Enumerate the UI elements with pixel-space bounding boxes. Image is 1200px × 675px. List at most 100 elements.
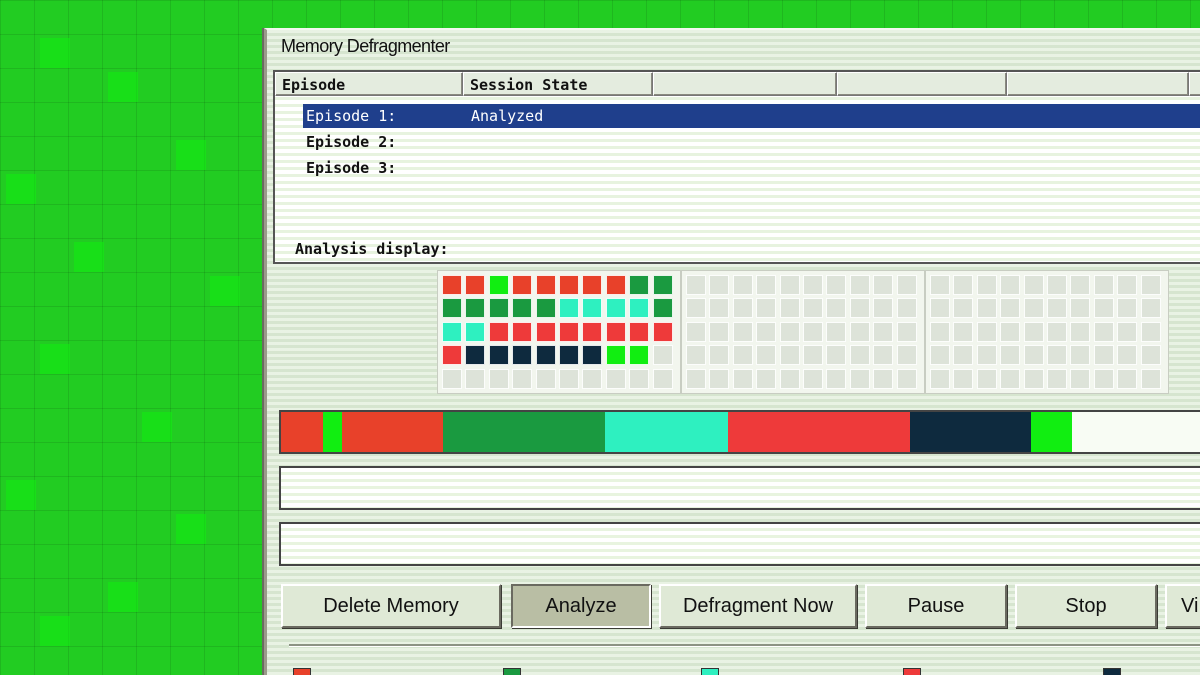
memory-block-cell bbox=[559, 321, 579, 342]
memory-block-cell bbox=[1117, 298, 1138, 319]
memory-block-cell bbox=[1023, 368, 1044, 389]
memory-block-cell bbox=[488, 275, 509, 295]
memory-block-cell bbox=[930, 368, 950, 389]
memory-block-cell bbox=[1000, 321, 1021, 342]
column-header-3[interactable] bbox=[653, 72, 837, 96]
list-item-episode-3[interactable]: Episode 3: bbox=[303, 156, 1200, 180]
summary-bar-segment bbox=[910, 412, 1032, 452]
column-header-session-state[interactable]: Session State bbox=[463, 72, 653, 96]
memory-block-cell bbox=[1140, 275, 1161, 295]
memory-block-cell bbox=[652, 368, 673, 389]
memory-block-cell bbox=[535, 275, 556, 295]
episode-list[interactable]: Episode Session State Episode 1: Analyze… bbox=[273, 70, 1200, 264]
memory-block-cell bbox=[1093, 368, 1114, 389]
memory-block-cell bbox=[732, 368, 753, 389]
memory-block-cell bbox=[1140, 298, 1161, 319]
memory-block-cell bbox=[756, 298, 777, 319]
fragmentation-summary-bar bbox=[279, 410, 1200, 454]
column-header-episode[interactable]: Episode bbox=[275, 72, 463, 96]
memory-block-cell bbox=[582, 275, 603, 295]
memory-block-cell bbox=[512, 321, 533, 342]
legend-swatch bbox=[503, 668, 521, 675]
memory-block-cell bbox=[512, 298, 533, 319]
memory-block-cell bbox=[779, 321, 800, 342]
column-header-5[interactable] bbox=[1007, 72, 1189, 96]
memory-block-cell bbox=[605, 345, 626, 366]
memory-block-cell bbox=[629, 298, 650, 319]
memory-block-cell bbox=[512, 368, 533, 389]
memory-block-cell bbox=[1047, 321, 1067, 342]
memory-block-cell bbox=[465, 275, 486, 295]
summary-bar-segment bbox=[604, 412, 728, 452]
memory-block-cell bbox=[896, 368, 917, 389]
memory-block-cell bbox=[686, 368, 706, 389]
memory-block-cell bbox=[976, 368, 997, 389]
memory-block-cell bbox=[732, 275, 753, 295]
memory-block-cell bbox=[465, 368, 486, 389]
memory-block-cell bbox=[559, 275, 579, 295]
memory-block-cell bbox=[1070, 298, 1091, 319]
memory-block-cell bbox=[1070, 275, 1091, 295]
memory-block-cell bbox=[1117, 368, 1138, 389]
memory-block-cell bbox=[1000, 368, 1021, 389]
memory-block-cell bbox=[559, 368, 579, 389]
memory-block-cell bbox=[465, 321, 486, 342]
pause-button[interactable]: Pause bbox=[865, 584, 1007, 628]
memory-block-cell bbox=[686, 275, 706, 295]
memory-block-cell bbox=[442, 298, 462, 319]
memory-block-cell bbox=[535, 298, 556, 319]
column-header-4[interactable] bbox=[837, 72, 1007, 96]
memory-block-cell bbox=[559, 298, 579, 319]
memory-block-cell bbox=[849, 275, 870, 295]
memory-block-cell bbox=[1047, 275, 1067, 295]
memory-block-cell bbox=[605, 275, 626, 295]
list-item-episode-1[interactable]: Episode 1: Analyzed bbox=[303, 104, 1200, 128]
memory-block-cell bbox=[732, 298, 753, 319]
memory-block-cell bbox=[1093, 298, 1114, 319]
memory-block-cell bbox=[803, 345, 823, 366]
summary-bar-segment bbox=[442, 412, 605, 452]
memory-block-cell bbox=[873, 345, 894, 366]
memory-block-cell bbox=[1117, 345, 1138, 366]
defragmenter-window: Memory Defragmenter Episode Session Stat… bbox=[264, 28, 1200, 675]
memory-block-cell bbox=[442, 275, 462, 295]
memory-block-cell bbox=[1140, 368, 1161, 389]
memory-block-cell bbox=[1070, 345, 1091, 366]
status-display-box bbox=[279, 522, 1200, 566]
memory-block-cell bbox=[953, 321, 974, 342]
memory-block-cell bbox=[849, 298, 870, 319]
memory-block-cell bbox=[873, 298, 894, 319]
memory-block-cell bbox=[1140, 345, 1161, 366]
analysis-grid-panel-1 bbox=[437, 270, 681, 394]
memory-block-cell bbox=[976, 321, 997, 342]
memory-block-cell bbox=[442, 321, 462, 342]
legend-swatch bbox=[701, 668, 719, 675]
summary-bar-segment bbox=[281, 412, 323, 452]
memory-block-cell bbox=[896, 321, 917, 342]
legend-swatch bbox=[903, 668, 921, 675]
list-item-episode-2[interactable]: Episode 2: bbox=[303, 130, 1200, 154]
memory-block-cell bbox=[779, 345, 800, 366]
delete-memory-button[interactable]: Delete Memory bbox=[281, 584, 501, 628]
memory-block-cell bbox=[488, 298, 509, 319]
memory-block-cell bbox=[582, 298, 603, 319]
memory-block-cell bbox=[930, 321, 950, 342]
memory-block-cell bbox=[1000, 275, 1021, 295]
defragment-now-button[interactable]: Defragment Now bbox=[659, 584, 857, 628]
stop-button[interactable]: Stop bbox=[1015, 584, 1157, 628]
column-header-6[interactable] bbox=[1189, 72, 1200, 96]
memory-block-cell bbox=[1047, 368, 1067, 389]
memory-block-cell bbox=[488, 321, 509, 342]
analyze-button[interactable]: Analyze bbox=[511, 584, 651, 628]
memory-block-cell bbox=[1000, 345, 1021, 366]
memory-block-cell bbox=[686, 321, 706, 342]
summary-bar-segment bbox=[322, 412, 343, 452]
memory-block-cell bbox=[582, 345, 603, 366]
window-title: Memory Defragmenter bbox=[281, 36, 450, 56]
view-button[interactable]: Vi bbox=[1165, 584, 1200, 628]
memory-block-cell bbox=[1047, 345, 1067, 366]
progress-display-box bbox=[279, 466, 1200, 510]
memory-block-cell bbox=[605, 298, 626, 319]
memory-block-cell bbox=[686, 345, 706, 366]
memory-block-cell bbox=[756, 345, 777, 366]
